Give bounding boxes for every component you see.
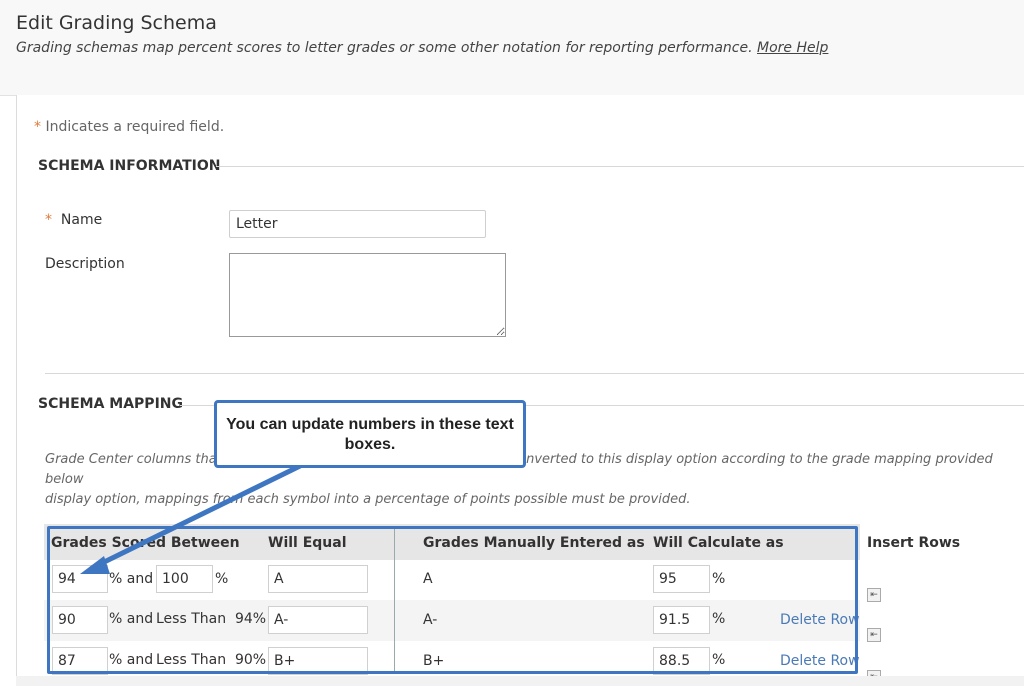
- column-header-scored-between: Grades Scored Between: [51, 535, 240, 551]
- insert-row-icon[interactable]: ⇤: [867, 628, 881, 642]
- manual-grade: A-: [423, 612, 438, 628]
- section-divider: [216, 166, 1024, 167]
- mapping-description: Grade Center columns that nverted to thi…: [45, 450, 1020, 510]
- will-calculate-input[interactable]: [653, 565, 710, 593]
- name-label: * Name: [45, 212, 102, 228]
- will-calculate-input[interactable]: [653, 606, 710, 634]
- more-help-link[interactable]: More Help: [757, 40, 828, 56]
- percent-suffix: %: [215, 571, 229, 587]
- page-header: Edit Grading Schema Grading schemas map …: [0, 0, 1024, 96]
- manual-grade: B+: [423, 653, 445, 669]
- column-header-manually-entered: Grades Manually Entered as: [423, 535, 645, 551]
- will-equal-input[interactable]: [268, 565, 368, 593]
- manual-grade: A: [423, 571, 433, 587]
- score-low-input[interactable]: [52, 565, 108, 593]
- section-divider: [45, 373, 1024, 374]
- name-label-text: Name: [60, 212, 103, 228]
- score-high-input[interactable]: [156, 565, 213, 593]
- column-header-insert-rows: Insert Rows: [867, 535, 961, 551]
- score-low-input[interactable]: [52, 606, 108, 634]
- required-star: *: [34, 119, 41, 135]
- annotation-callout: You can update numbers in these text box…: [214, 400, 526, 468]
- page-subtitle: Grading schemas map percent scores to le…: [16, 40, 828, 56]
- mapping-description-start: Grade Center columns that: [45, 452, 222, 467]
- and-label: % and: [109, 652, 154, 668]
- schema-mapping-heading: SCHEMA MAPPING: [38, 396, 183, 412]
- insert-row-icon[interactable]: ⇤: [867, 588, 881, 602]
- delete-row-link[interactable]: Delete Row: [780, 653, 860, 669]
- will-calculate-input[interactable]: [653, 647, 710, 675]
- column-header-will-calculate: Will Calculate as: [653, 535, 784, 551]
- bottom-band: [16, 676, 1024, 686]
- will-equal-input[interactable]: [268, 647, 368, 675]
- required-star: *: [45, 212, 52, 228]
- required-field-note: * Indicates a required field.: [34, 119, 224, 135]
- description-textarea[interactable]: [229, 253, 506, 337]
- page-title: Edit Grading Schema: [16, 12, 217, 34]
- and-label: % and: [109, 611, 154, 627]
- and-label: % and: [109, 571, 154, 587]
- score-low-input[interactable]: [52, 647, 108, 675]
- less-than-label: Less Than 90%: [156, 652, 267, 668]
- column-header-will-equal: Will Equal: [268, 535, 347, 551]
- name-input[interactable]: [229, 210, 486, 238]
- percent-suffix: %: [712, 611, 726, 627]
- percent-suffix: %: [712, 652, 726, 668]
- column-divider: [394, 526, 395, 674]
- less-than-label: Less Than 94%: [156, 611, 267, 627]
- page-subtitle-text: Grading schemas map percent scores to le…: [16, 40, 753, 56]
- mapping-description-line2: display option, mappings from each symbo…: [45, 492, 691, 507]
- required-note-text: Indicates a required field.: [45, 119, 225, 135]
- will-equal-input[interactable]: [268, 606, 368, 634]
- schema-information-heading: SCHEMA INFORMATION: [38, 158, 221, 174]
- delete-row-link[interactable]: Delete Row: [780, 612, 860, 628]
- description-label: Description: [45, 256, 125, 272]
- percent-suffix: %: [712, 571, 726, 587]
